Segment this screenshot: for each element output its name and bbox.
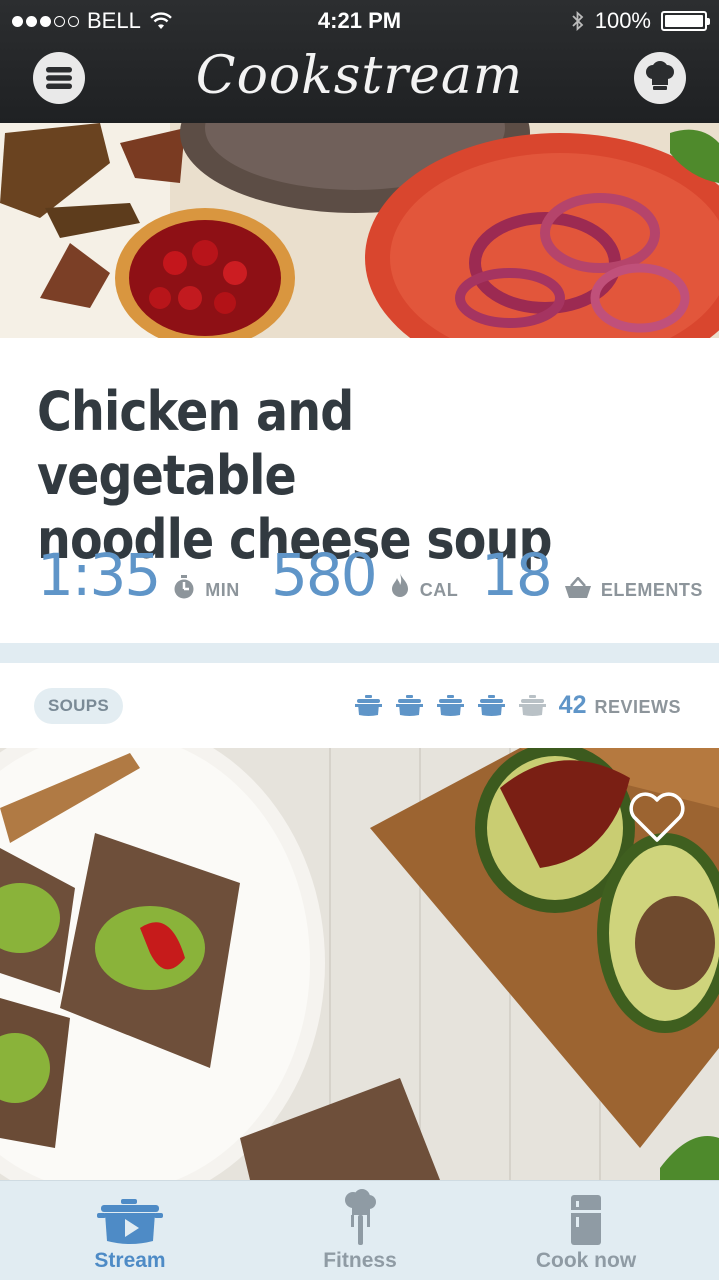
category-tag[interactable]: SOUPS — [34, 688, 124, 724]
recipe-meta-row: SOUPS 42 REVIEWS — [0, 663, 719, 748]
timer-icon — [174, 575, 194, 599]
photo-illustration — [0, 748, 719, 1180]
difficulty-pot-icon — [437, 695, 464, 716]
stat-elements-value: 18 — [481, 541, 553, 609]
battery-percent: 100% — [594, 8, 651, 33]
tab-stream[interactable]: Stream — [10, 1181, 250, 1280]
status-right: 100% — [571, 8, 710, 34]
recipe-photo[interactable] — [0, 748, 719, 1180]
reviews-link[interactable]: 42 REVIEWS — [559, 691, 681, 720]
bottom-tab-bar: Stream Fitness Cook now — [0, 1180, 719, 1280]
stat-elements-unit: ELEMENTS — [600, 580, 703, 600]
app-title: Cookstream — [195, 46, 524, 106]
reviews-count: 42 — [558, 691, 587, 719]
bluetooth-icon — [572, 10, 584, 32]
flame-icon — [391, 573, 408, 597]
recipe-card[interactable]: Chicken and vegetable noodle cheese soup… — [0, 338, 719, 643]
difficulty-rating — [355, 695, 546, 717]
status-bar: BELL 4:21 PM 100% — [0, 0, 719, 40]
difficulty-pot-icon — [355, 695, 382, 716]
stat-calories-unit: CAL — [419, 580, 459, 600]
tab-cook-now-label: Cook now — [535, 1249, 637, 1272]
difficulty-pot-icon — [519, 695, 546, 716]
hero-food-image — [0, 123, 719, 338]
stat-calories-value: 580 — [271, 541, 378, 609]
tab-cook-now[interactable]: Cook now — [466, 1181, 706, 1280]
battery-icon — [661, 11, 710, 31]
recipe-stats: 1:35 MIN 580 CAL 18 ELEMENTS — [37, 543, 702, 613]
difficulty-pot-icon — [396, 695, 423, 716]
reviews-label: REVIEWS — [594, 697, 681, 717]
chef-hat-icon — [646, 61, 674, 90]
stat-elements: 18 ELEMENTS — [481, 543, 703, 607]
tab-fitness-label: Fitness — [323, 1249, 397, 1272]
tab-stream-label: Stream — [94, 1249, 166, 1272]
basket-icon — [564, 577, 591, 598]
stat-time-value: 1:35 — [37, 541, 161, 609]
recipe-title-line1: Chicken and vegetable — [37, 380, 354, 507]
favorite-heart-icon[interactable] — [628, 792, 686, 844]
profile-button[interactable] — [634, 52, 686, 104]
fridge-icon — [571, 1195, 601, 1245]
chef-fork-icon — [345, 1189, 376, 1245]
hero-illustration — [0, 123, 719, 338]
stat-time-unit: MIN — [205, 580, 240, 600]
top-bar: BELL 4:21 PM 100% Cookstream — [0, 0, 719, 123]
stream-pot-icon — [97, 1199, 163, 1244]
difficulty-pot-icon — [478, 695, 505, 716]
stat-time: 1:35 MIN — [37, 543, 240, 607]
tab-fitness[interactable]: Fitness — [240, 1181, 480, 1280]
section-divider — [0, 643, 719, 663]
stat-calories: 580 CAL — [271, 543, 458, 607]
